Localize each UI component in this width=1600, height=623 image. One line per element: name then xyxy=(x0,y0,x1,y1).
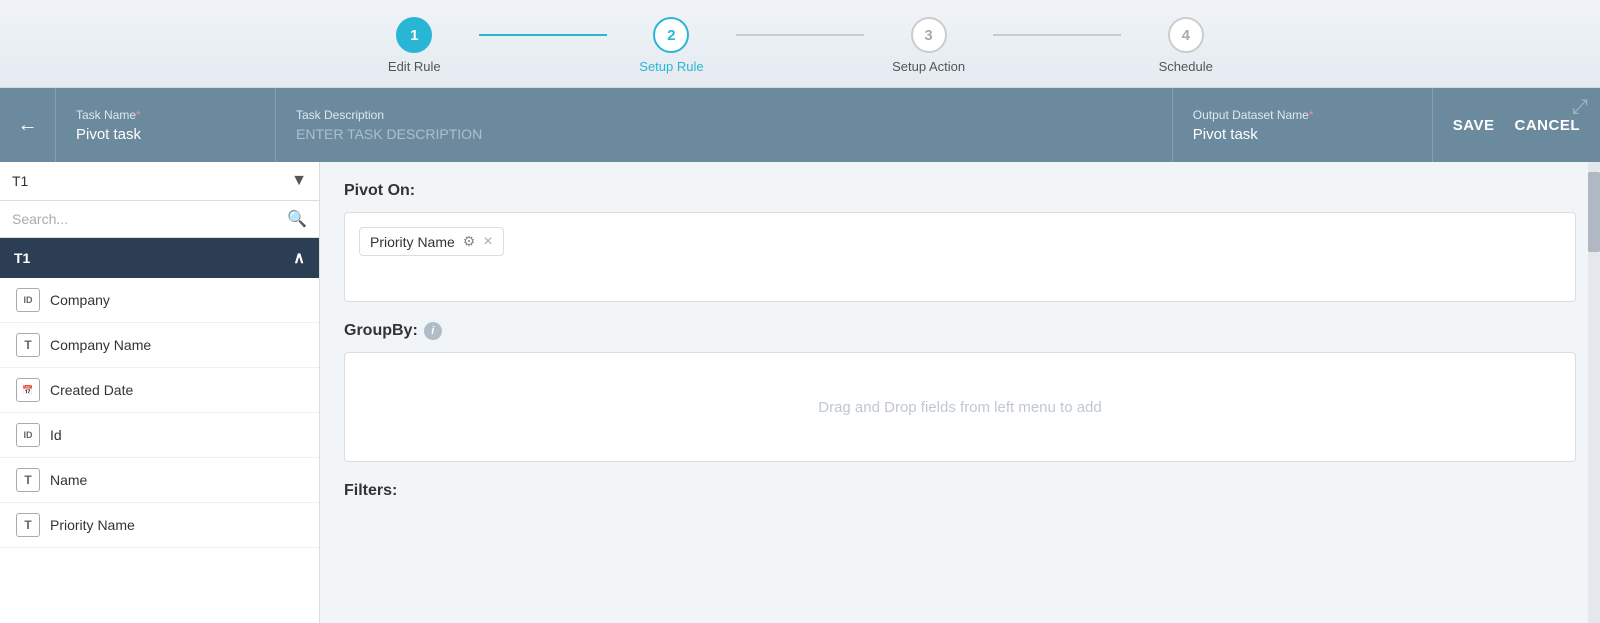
step-circle-2: 2 xyxy=(653,17,689,53)
step-label-2: Setup Rule xyxy=(639,59,703,74)
step-circle-3: 3 xyxy=(911,17,947,53)
left-panel: T1 ▼ 🔍 T1 ∧ ID Company T Company Name xyxy=(0,162,320,623)
date-type-icon: 📅 xyxy=(16,378,40,402)
corner-icon: ⤢ xyxy=(1568,92,1592,123)
step-label-4: Schedule xyxy=(1159,59,1213,74)
dataset-dropdown-row[interactable]: T1 ▼ xyxy=(0,162,319,201)
field-name-name: Name xyxy=(50,472,87,488)
field-list: ID Company T Company Name 📅 Created Date… xyxy=(0,278,319,623)
field-name-priority-name: Priority Name xyxy=(50,517,135,533)
list-item[interactable]: T Priority Name xyxy=(0,503,319,548)
wizard-steps: 1 Edit Rule 2 Setup Rule 3 Setup Action xyxy=(350,17,1250,74)
list-item[interactable]: ID Id xyxy=(0,413,319,458)
pivot-tag-gear-icon[interactable]: ⚙ xyxy=(463,233,476,250)
field-name-created-date: Created Date xyxy=(50,382,133,398)
id-type-icon-2: ID xyxy=(16,423,40,447)
right-panel: Pivot On: Priority Name ⚙ × GroupBy: i D… xyxy=(320,162,1600,623)
text-type-icon-3: T xyxy=(16,513,40,537)
list-item[interactable]: T Name xyxy=(0,458,319,503)
step-circle-1: 1 xyxy=(396,17,432,53)
save-button[interactable]: SAVE xyxy=(1453,117,1495,134)
group-header-label: T1 xyxy=(14,250,30,266)
groupby-drop-text: Drag and Drop fields from left menu to a… xyxy=(818,399,1101,416)
search-icon[interactable]: 🔍 xyxy=(287,209,307,229)
field-name-company: Company xyxy=(50,292,110,308)
list-item[interactable]: ID Company xyxy=(0,278,319,323)
output-name-label: Output Dataset Name* xyxy=(1193,108,1412,122)
search-row: 🔍 xyxy=(0,201,319,238)
filters-section-title: Filters: xyxy=(344,482,1576,500)
field-name-company-name: Company Name xyxy=(50,337,151,353)
task-name-label: Task Name* xyxy=(76,108,255,122)
text-type-icon: T xyxy=(16,333,40,357)
wizard-step-1[interactable]: 1 Edit Rule xyxy=(350,17,479,74)
step-circle-4: 4 xyxy=(1168,17,1204,53)
task-desc-field: Task Description ENTER TASK DESCRIPTION xyxy=(276,88,1173,162)
task-name-value[interactable]: Pivot task xyxy=(76,126,255,143)
groupby-box[interactable]: Drag and Drop fields from left menu to a… xyxy=(344,352,1576,462)
dropdown-arrow-icon[interactable]: ▼ xyxy=(291,172,307,190)
list-item[interactable]: 📅 Created Date xyxy=(0,368,319,413)
field-name-id: Id xyxy=(50,427,62,443)
pivot-tag-label: Priority Name xyxy=(370,234,455,250)
groupby-header: GroupBy: i xyxy=(344,322,1576,340)
list-item[interactable]: T Company Name xyxy=(0,323,319,368)
dataset-select[interactable]: T1 xyxy=(12,173,291,189)
step-label-1: Edit Rule xyxy=(388,59,441,74)
pivot-on-box[interactable]: Priority Name ⚙ × xyxy=(344,212,1576,302)
wizard-bar: 1 Edit Rule 2 Setup Rule 3 Setup Action xyxy=(0,0,1600,88)
search-input[interactable] xyxy=(12,211,287,227)
wizard-step-2[interactable]: 2 Setup Rule xyxy=(607,17,736,74)
scrollbar-track[interactable] xyxy=(1588,162,1600,623)
step-label-3: Setup Action xyxy=(892,59,965,74)
group-header-t1[interactable]: T1 ∧ xyxy=(0,238,319,278)
wizard-step-3[interactable]: 3 Setup Action xyxy=(864,17,993,74)
main-area: T1 ▼ 🔍 T1 ∧ ID Company T Company Name xyxy=(0,162,1600,623)
step-connector-1 xyxy=(479,34,608,36)
back-button[interactable]: ← xyxy=(0,88,56,162)
output-name-value[interactable]: Pivot task xyxy=(1193,126,1412,143)
pivot-section-title: Pivot On: xyxy=(344,182,1576,200)
pivot-tag-chip: Priority Name ⚙ × xyxy=(359,227,504,256)
pivot-tag-remove-icon[interactable]: × xyxy=(483,234,492,250)
group-header-chevron-icon: ∧ xyxy=(293,248,305,268)
task-desc-input[interactable]: ENTER TASK DESCRIPTION xyxy=(296,126,1152,142)
output-name-field: Output Dataset Name* Pivot task xyxy=(1173,88,1433,162)
scrollbar-thumb[interactable] xyxy=(1588,172,1600,252)
groupby-section-title: GroupBy: xyxy=(344,322,418,340)
groupby-info-icon[interactable]: i xyxy=(424,322,442,340)
text-type-icon-2: T xyxy=(16,468,40,492)
task-name-field: Task Name* Pivot task xyxy=(56,88,276,162)
wizard-step-4[interactable]: 4 Schedule xyxy=(1121,17,1250,74)
step-connector-3 xyxy=(993,34,1122,36)
id-type-icon: ID xyxy=(16,288,40,312)
step-connector-2 xyxy=(736,34,865,36)
header-toolbar: ← Task Name* Pivot task Task Description… xyxy=(0,88,1600,162)
task-desc-label: Task Description xyxy=(296,108,1152,122)
